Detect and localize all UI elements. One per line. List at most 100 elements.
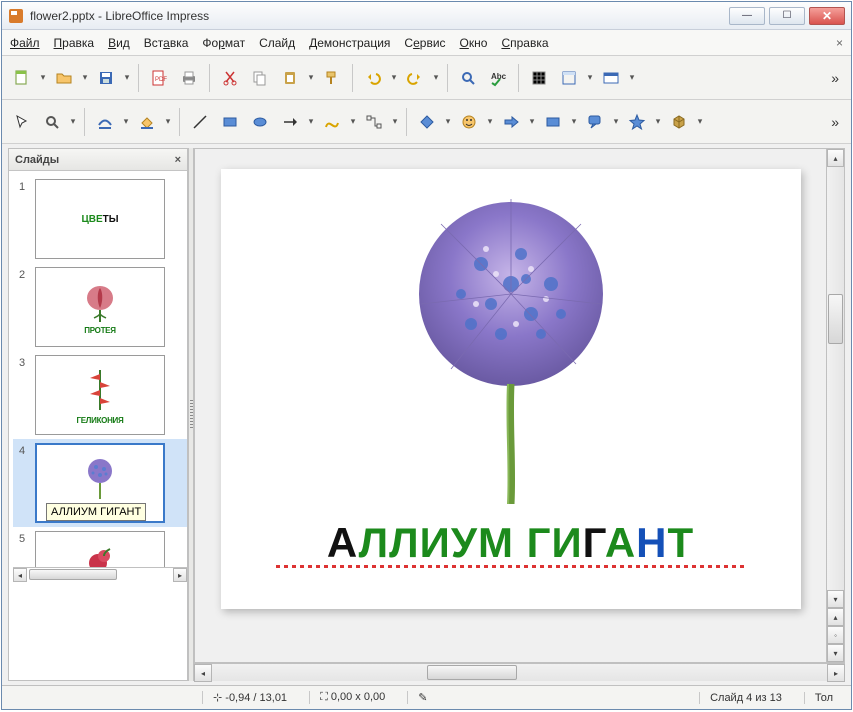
vscroll-up[interactable]: ▴ bbox=[827, 149, 844, 167]
zoom-dropdown[interactable]: ▾ bbox=[68, 116, 78, 127]
master-slide-button[interactable] bbox=[597, 64, 625, 92]
status-sig[interactable]: ✎ bbox=[407, 691, 447, 704]
export-pdf-button[interactable]: PDF bbox=[145, 64, 173, 92]
fill-color-dropdown[interactable]: ▾ bbox=[163, 116, 173, 127]
line-color-dropdown[interactable]: ▾ bbox=[121, 116, 131, 127]
menu-file[interactable]: Файл bbox=[10, 36, 40, 50]
stars-dropdown[interactable]: ▾ bbox=[653, 116, 663, 127]
new-dropdown[interactable]: ▾ bbox=[38, 72, 48, 83]
menu-help[interactable]: Справка bbox=[501, 36, 548, 50]
3d-tool[interactable] bbox=[665, 108, 693, 136]
display-views-button[interactable] bbox=[555, 64, 583, 92]
arrow-dropdown[interactable]: ▾ bbox=[306, 116, 316, 127]
print-button[interactable] bbox=[175, 64, 203, 92]
svg-text:PDF: PDF bbox=[155, 77, 167, 83]
curve-tool[interactable] bbox=[318, 108, 346, 136]
hscroll-left[interactable]: ◂ bbox=[194, 664, 212, 682]
maximize-button[interactable]: ☐ bbox=[769, 7, 805, 25]
vscroll-down[interactable]: ▾ bbox=[827, 590, 844, 608]
master-slide-dropdown[interactable]: ▾ bbox=[627, 72, 637, 83]
toolbar-overflow[interactable]: » bbox=[825, 70, 845, 86]
flowchart-dropdown[interactable]: ▾ bbox=[569, 116, 579, 127]
nav-prev[interactable]: ▴ bbox=[827, 608, 844, 626]
block-arrows-dropdown[interactable]: ▾ bbox=[527, 116, 537, 127]
app-icon bbox=[8, 8, 24, 24]
slide-thumb-2[interactable]: 2 ПРОТЕЯ bbox=[13, 263, 187, 351]
redo-dropdown[interactable]: ▾ bbox=[431, 72, 441, 83]
drawing-overflow[interactable]: » bbox=[825, 114, 845, 130]
undo-button[interactable] bbox=[359, 64, 387, 92]
slide-hscroll-left[interactable]: ◂ bbox=[13, 568, 27, 582]
connector-dropdown[interactable]: ▾ bbox=[390, 116, 400, 127]
slide-thumb-3[interactable]: 3 ГЕЛИКОНИЯ bbox=[13, 351, 187, 439]
menu-format[interactable]: Формат bbox=[202, 36, 245, 50]
arrow-tool[interactable] bbox=[276, 108, 304, 136]
fill-color-button[interactable] bbox=[133, 108, 161, 136]
slide-hscroll-right[interactable]: ▸ bbox=[173, 568, 187, 582]
basic-shapes-tool[interactable] bbox=[413, 108, 441, 136]
new-button[interactable] bbox=[8, 64, 36, 92]
clone-format-button[interactable] bbox=[318, 64, 346, 92]
nav-select[interactable]: ◦ bbox=[827, 626, 844, 644]
menu-view[interactable]: Вид bbox=[108, 36, 130, 50]
spellcheck-wave bbox=[276, 565, 746, 568]
canvas-area[interactable]: АЛЛИУМ ГИГАНТ ▴ ▾ ▴ ◦ ▾ bbox=[194, 148, 845, 663]
save-button[interactable] bbox=[92, 64, 120, 92]
slides-panel: Слайды × 1 ЦВЕТЫ 2 ПРОТЕЯ 3 bbox=[8, 148, 188, 681]
paste-button[interactable] bbox=[276, 64, 304, 92]
block-arrows-tool[interactable] bbox=[497, 108, 525, 136]
minimize-button[interactable]: — bbox=[729, 7, 765, 25]
vscroll-thumb[interactable] bbox=[828, 294, 843, 344]
slide-title-text[interactable]: АЛЛИУМ ГИГАНТ bbox=[327, 519, 694, 567]
symbol-shapes-dropdown[interactable]: ▾ bbox=[485, 116, 495, 127]
current-slide[interactable]: АЛЛИУМ ГИГАНТ bbox=[221, 169, 801, 609]
callout-tool[interactable] bbox=[581, 108, 609, 136]
grid-button[interactable] bbox=[525, 64, 553, 92]
close-button[interactable]: ✕ bbox=[809, 7, 845, 25]
zoom-tool[interactable] bbox=[38, 108, 66, 136]
menu-slide[interactable]: Слайд bbox=[259, 36, 295, 50]
menu-close-doc[interactable]: × bbox=[836, 36, 843, 50]
hscroll-thumb[interactable] bbox=[427, 665, 517, 680]
select-tool[interactable] bbox=[8, 108, 36, 136]
symbol-shapes-tool[interactable] bbox=[455, 108, 483, 136]
copy-button[interactable] bbox=[246, 64, 274, 92]
menu-edit[interactable]: Правка bbox=[54, 36, 95, 50]
line-tool[interactable] bbox=[186, 108, 214, 136]
stars-tool[interactable] bbox=[623, 108, 651, 136]
cut-button[interactable] bbox=[216, 64, 244, 92]
display-views-dropdown[interactable]: ▾ bbox=[585, 72, 595, 83]
open-dropdown[interactable]: ▾ bbox=[80, 72, 90, 83]
slide-thumb-5[interactable]: 5 bbox=[13, 527, 187, 567]
open-button[interactable] bbox=[50, 64, 78, 92]
menu-demo[interactable]: Демонстрация bbox=[309, 36, 390, 50]
rectangle-tool[interactable] bbox=[216, 108, 244, 136]
ellipse-tool[interactable] bbox=[246, 108, 274, 136]
redo-button[interactable] bbox=[401, 64, 429, 92]
callout-dropdown[interactable]: ▾ bbox=[611, 116, 621, 127]
title-bar: flower2.pptx - LibreOffice Impress — ☐ ✕ bbox=[2, 2, 851, 30]
status-size: ⛶ 0,00 x 0,00 bbox=[309, 691, 395, 704]
canvas-vscroll[interactable]: ▴ ▾ ▴ ◦ ▾ bbox=[826, 149, 844, 662]
slide-thumb-1[interactable]: 1 ЦВЕТЫ bbox=[13, 175, 187, 263]
paste-dropdown[interactable]: ▾ bbox=[306, 72, 316, 83]
hscroll-right[interactable]: ▸ bbox=[827, 664, 845, 682]
menu-window[interactable]: Окно bbox=[460, 36, 488, 50]
menu-insert[interactable]: Вставка bbox=[144, 36, 189, 50]
find-button[interactable] bbox=[454, 64, 482, 92]
status-bar: ⊹ -0,94 / 13,01 ⛶ 0,00 x 0,00 ✎ Слайд 4 … bbox=[2, 685, 851, 709]
flowchart-tool[interactable] bbox=[539, 108, 567, 136]
save-dropdown[interactable]: ▾ bbox=[122, 72, 132, 83]
status-slide-count: Слайд 4 из 13 bbox=[699, 692, 792, 704]
3d-dropdown[interactable]: ▾ bbox=[695, 116, 705, 127]
basic-shapes-dropdown[interactable]: ▾ bbox=[443, 116, 453, 127]
menu-service[interactable]: Сервис bbox=[404, 36, 445, 50]
connector-tool[interactable] bbox=[360, 108, 388, 136]
spellcheck-button[interactable]: Abc bbox=[484, 64, 512, 92]
canvas-hscroll[interactable]: ◂ ▸ bbox=[194, 663, 845, 681]
nav-next[interactable]: ▾ bbox=[827, 644, 844, 662]
slides-panel-close[interactable]: × bbox=[175, 154, 181, 166]
curve-dropdown[interactable]: ▾ bbox=[348, 116, 358, 127]
line-color-button[interactable] bbox=[91, 108, 119, 136]
undo-dropdown[interactable]: ▾ bbox=[389, 72, 399, 83]
